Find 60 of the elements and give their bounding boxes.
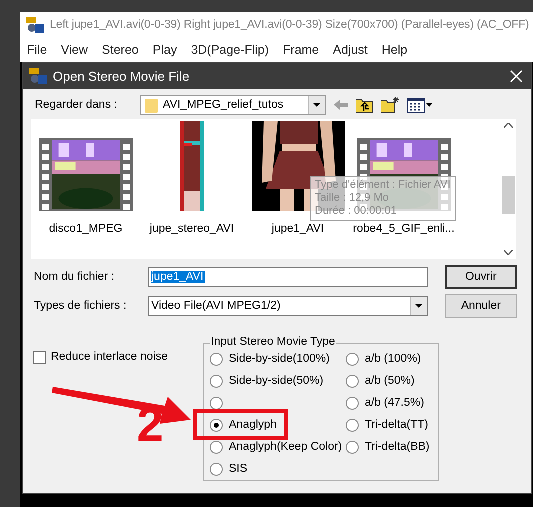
menu-item[interactable]: Play (152, 43, 184, 57)
scroll-down-icon[interactable] (504, 250, 512, 255)
folder-icon (145, 98, 158, 112)
radio-button[interactable] (346, 418, 359, 432)
window-title: Left jupe1_AVI.avi(0-0-39) Right jupe1_AVI.avi(0-0-39) Size(700x700) (Parallel-eyes) (AC_OFF) (50, 19, 530, 31)
radio-label: a/b (47.5%) (365, 397, 424, 409)
folder-dropdown[interactable]: AVI_MPEG_relief_tutos (140, 95, 326, 115)
menu-item[interactable]: Adjust (333, 43, 375, 57)
radio-label: SIS (229, 463, 248, 475)
open-button[interactable]: Ouvrir (445, 265, 517, 289)
menu-item[interactable]: Help (382, 43, 415, 57)
radio-label: Tri-delta(TT) (365, 419, 428, 431)
file-name: robe4_5_GIF_enli... (353, 223, 455, 235)
radio-button[interactable] (346, 352, 359, 366)
folder-up-icon[interactable] (356, 98, 373, 112)
back-arrow-icon[interactable] (334, 100, 348, 110)
checkbox-label: Reduce interlace noise (51, 351, 168, 363)
dialog-title: Open Stereo Movie File (53, 68, 191, 84)
radio-label: Side-by-side(100%) (229, 353, 330, 365)
menu-item[interactable]: Frame (283, 43, 326, 57)
radio-label: Side-by-side(50%) (229, 375, 324, 387)
group-title: Input Stereo Movie Type (210, 336, 336, 348)
menu-item[interactable]: Stereo (102, 43, 146, 57)
look-in-label: Regarder dans : (34, 99, 118, 111)
radio-button[interactable] (210, 396, 223, 410)
radio-label: a/b (100%) (365, 353, 422, 365)
radio-label: a/b (50%) (365, 375, 415, 387)
radio-label: Tri-delta(BB) (365, 441, 430, 453)
radio-button[interactable] (210, 418, 223, 432)
file-name: jupe1_AVI (272, 223, 324, 235)
radio-button[interactable] (346, 396, 359, 410)
app-icon (26, 17, 44, 33)
file-type-dropdown[interactable]: Video File(AVI MPEG1/2) (148, 296, 428, 316)
scroll-thumb[interactable] (502, 176, 514, 214)
file-name: disco1_MPEG (49, 223, 123, 235)
cancel-button[interactable]: Annuler (445, 294, 517, 318)
radio-button[interactable] (210, 352, 223, 366)
menu-item[interactable]: 3D(Page-Flip) (191, 43, 276, 57)
scroll-up-icon[interactable] (504, 123, 512, 128)
file-type-label: Types de fichiers : (33, 300, 128, 312)
radio-button[interactable] (210, 462, 223, 476)
caret-icon (415, 304, 424, 308)
checkbox[interactable] (33, 351, 46, 364)
radio-label: Anaglyph (229, 419, 277, 431)
radio-button[interactable] (346, 440, 359, 454)
radio-button[interactable] (346, 374, 359, 388)
file-name-label: Nom du fichier : (33, 271, 116, 283)
close-icon[interactable] (510, 70, 523, 82)
radio-button[interactable] (210, 440, 223, 454)
menu-item[interactable]: View (61, 43, 96, 57)
file-tooltip: Type d'élément : Fichier AVI Taille : 12,9 Mo Durée : 00:00:01 (310, 176, 456, 221)
radio-label: Anaglyph(Keep Color) (229, 441, 342, 453)
caret-icon (313, 103, 321, 107)
new-folder-icon[interactable] (381, 97, 399, 113)
view-menu-icon[interactable] (407, 98, 433, 112)
file-name-field[interactable]: jupe1_AVI (148, 267, 428, 287)
app-icon (29, 68, 47, 84)
menu-item[interactable]: File (27, 43, 54, 57)
radio-button[interactable] (210, 374, 223, 388)
file-name: jupe_stereo_AVI (150, 223, 234, 235)
